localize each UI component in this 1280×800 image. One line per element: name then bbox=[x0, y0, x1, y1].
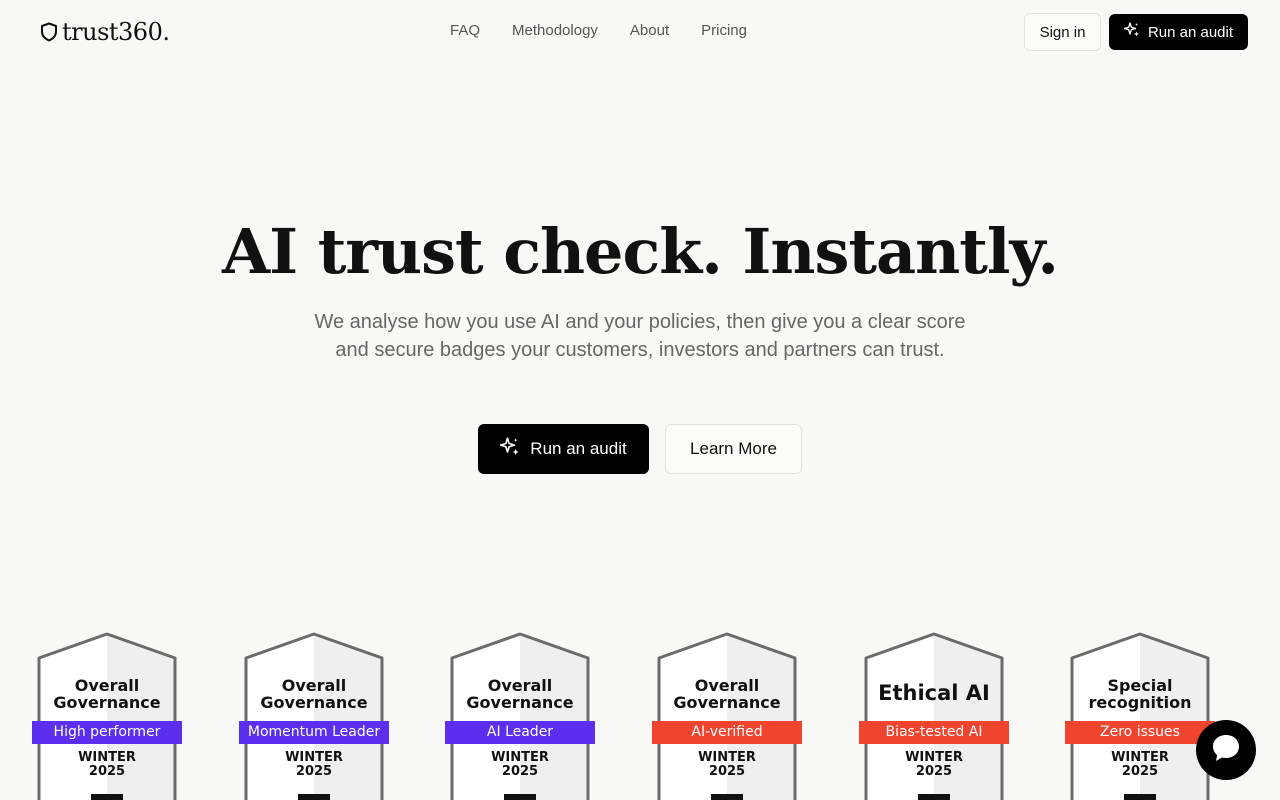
badge-title: Special recognition bbox=[1088, 676, 1192, 712]
chat-button[interactable] bbox=[1196, 720, 1256, 780]
badge-year: 2025 bbox=[915, 764, 953, 779]
run-audit-header-button[interactable]: Run an audit bbox=[1109, 14, 1248, 50]
badge-foot-mark bbox=[711, 794, 743, 800]
badge-year: 2025 bbox=[295, 764, 333, 779]
badge-year: 2025 bbox=[501, 764, 539, 779]
badge-row: Overall Governance High performer WINTER… bbox=[0, 630, 1280, 800]
badge-foot-mark bbox=[918, 794, 950, 800]
badge-ribbon: Momentum Leader bbox=[239, 721, 389, 744]
badge-season: WINTER 2025 bbox=[264, 751, 364, 779]
badge-foot-mark bbox=[91, 794, 123, 800]
badge-season: WINTER 2025 bbox=[1090, 751, 1190, 779]
badge-title: Overall Governance bbox=[260, 676, 368, 712]
badge-season-label: WINTER bbox=[78, 750, 136, 765]
badge-title: Ethical AI bbox=[878, 681, 990, 705]
badge-year: 2025 bbox=[88, 764, 126, 779]
badge-foot-mark bbox=[1124, 794, 1156, 800]
badge-foot-mark bbox=[298, 794, 330, 800]
badge-year: 2025 bbox=[1121, 764, 1159, 779]
award-badge: Overall Governance AI-verified WINTER 20… bbox=[652, 630, 802, 800]
hero-subtitle: We analyse how you use AI and your polic… bbox=[314, 311, 966, 361]
nav-methodology[interactable]: Methodology bbox=[512, 22, 598, 39]
award-badge: Overall Governance Momentum Leader WINTE… bbox=[239, 630, 389, 800]
badge-ribbon: AI Leader bbox=[445, 721, 595, 744]
badge-foot-mark bbox=[504, 794, 536, 800]
award-badge: Special recognition Zero issues WINTER 2… bbox=[1065, 630, 1215, 800]
badge-season-label: WINTER bbox=[491, 750, 549, 765]
chat-bubble-icon bbox=[1209, 731, 1243, 770]
badge-ribbon: Zero issues bbox=[1065, 721, 1215, 744]
award-badge: Overall Governance AI Leader WINTER 2025 bbox=[445, 630, 595, 800]
badge-season-label: WINTER bbox=[698, 750, 756, 765]
run-audit-hero-button[interactable]: Run an audit bbox=[478, 424, 649, 474]
main-nav: FAQ Methodology About Pricing bbox=[450, 22, 747, 39]
badge-ribbon: High performer bbox=[32, 721, 182, 744]
award-badge: Overall Governance High performer WINTER… bbox=[32, 630, 182, 800]
brand-name: trust360. bbox=[62, 18, 170, 46]
badge-season-label: WINTER bbox=[285, 750, 343, 765]
nav-pricing[interactable]: Pricing bbox=[701, 22, 747, 39]
badge-title: Overall Governance bbox=[673, 676, 781, 712]
award-badge: Ethical AI Bias-tested AI WINTER 2025 bbox=[859, 630, 1009, 800]
nav-about[interactable]: About bbox=[630, 22, 669, 39]
site-header: trust360. FAQ Methodology About Pricing … bbox=[0, 0, 1280, 64]
badge-title: Overall Governance bbox=[466, 676, 574, 712]
shield-icon bbox=[40, 22, 58, 42]
badge-season-label: WINTER bbox=[1111, 750, 1169, 765]
learn-more-label: Learn More bbox=[690, 439, 777, 458]
hero-title: AI trust check. Instantly. bbox=[222, 215, 1059, 288]
badge-title: Overall Governance bbox=[53, 676, 161, 712]
sign-in-button[interactable]: Sign in bbox=[1024, 13, 1101, 51]
badge-season: WINTER 2025 bbox=[884, 751, 984, 779]
sparkle-icon bbox=[500, 436, 520, 462]
sparkle-icon bbox=[1123, 22, 1140, 42]
run-audit-hero-label: Run an audit bbox=[530, 439, 627, 458]
brand-logo[interactable]: trust360. bbox=[40, 18, 170, 46]
badge-season: WINTER 2025 bbox=[470, 751, 570, 779]
sign-in-label: Sign in bbox=[1039, 23, 1086, 41]
run-audit-label: Run an audit bbox=[1147, 23, 1234, 41]
nav-faq[interactable]: FAQ bbox=[450, 22, 480, 39]
badge-year: 2025 bbox=[708, 764, 746, 779]
learn-more-button[interactable]: Learn More bbox=[665, 424, 802, 474]
badge-season-label: WINTER bbox=[905, 750, 963, 765]
badge-season: WINTER 2025 bbox=[57, 751, 157, 779]
badge-ribbon: AI-verified bbox=[652, 721, 802, 744]
badge-season: WINTER 2025 bbox=[677, 751, 777, 779]
badge-ribbon: Bias-tested AI bbox=[859, 721, 1009, 744]
